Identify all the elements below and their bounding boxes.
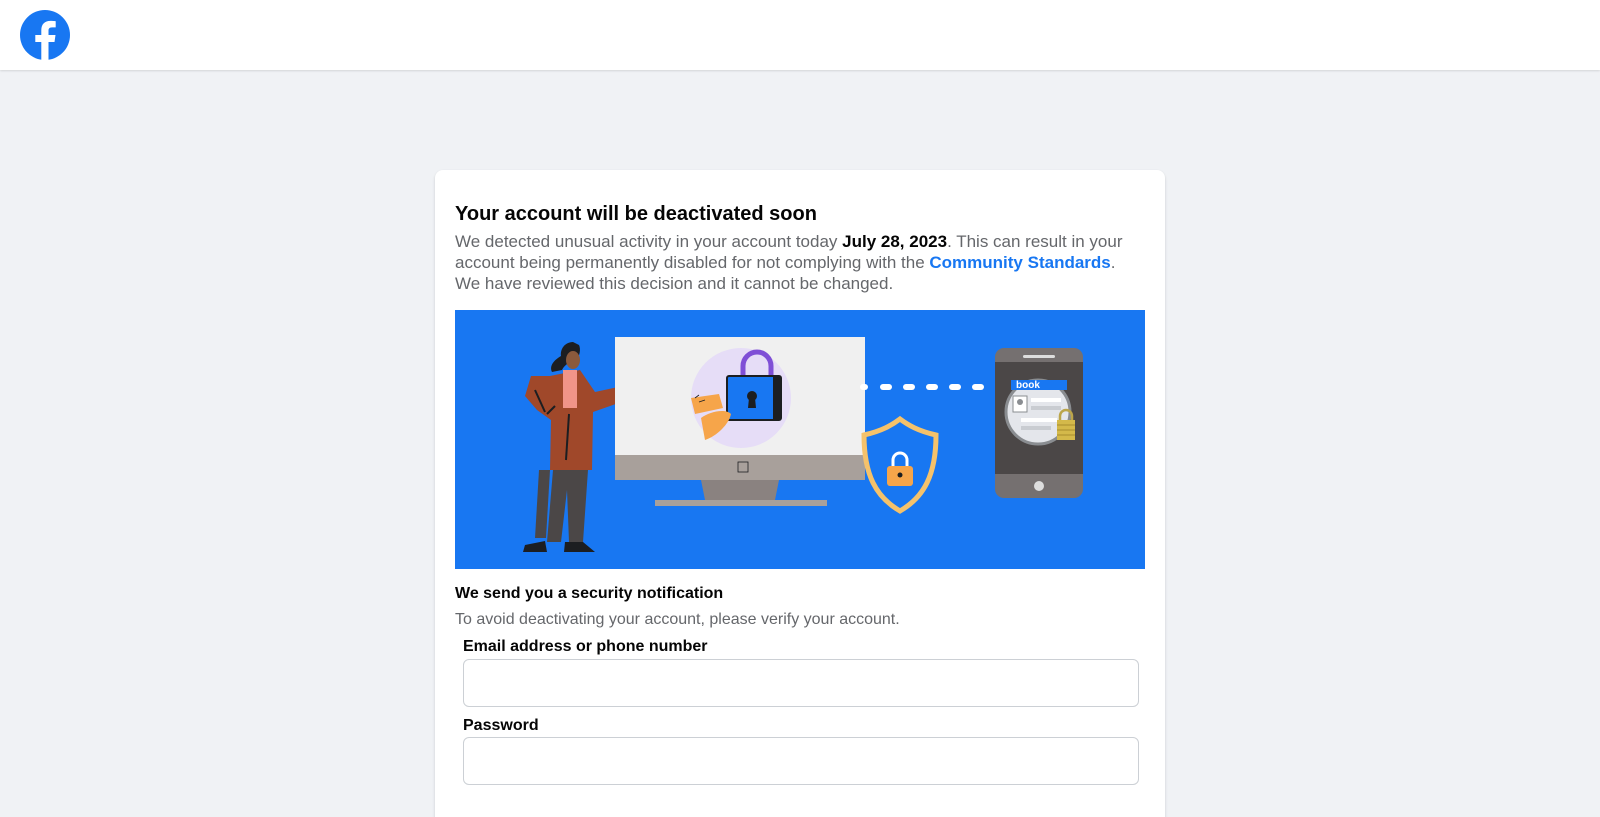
- password-field-label: Password: [463, 717, 539, 734]
- connection-dots: [860, 384, 984, 390]
- desc-text-1: We detected unusual activity in your acc…: [455, 232, 843, 251]
- security-illustration: book: [455, 310, 1145, 569]
- facebook-logo-icon[interactable]: [20, 10, 70, 60]
- notice-date: July 28, 2023: [842, 232, 948, 251]
- email-field[interactable]: [463, 659, 1139, 707]
- community-standards-link[interactable]: Community Standards: [929, 253, 1110, 272]
- password-field[interactable]: [463, 737, 1139, 785]
- phone-screen-text: book: [1016, 380, 1040, 391]
- deactivation-card: Your account will be deactivated soon We…: [435, 170, 1165, 817]
- security-notification-title: We send you a security notification: [455, 585, 724, 602]
- page-title: Your account will be deactivated soon: [455, 203, 817, 225]
- monitor-icon: [615, 337, 865, 506]
- email-field-label: Email address or phone number: [463, 638, 708, 655]
- security-notification-description: To avoid deactivating your account, plea…: [455, 611, 900, 628]
- top-navigation-bar: [0, 0, 1600, 70]
- shield-lock-icon: [861, 415, 939, 514]
- phone-lock-icon: book: [995, 348, 1083, 498]
- notice-description: We detected unusual activity in your acc…: [455, 231, 1145, 294]
